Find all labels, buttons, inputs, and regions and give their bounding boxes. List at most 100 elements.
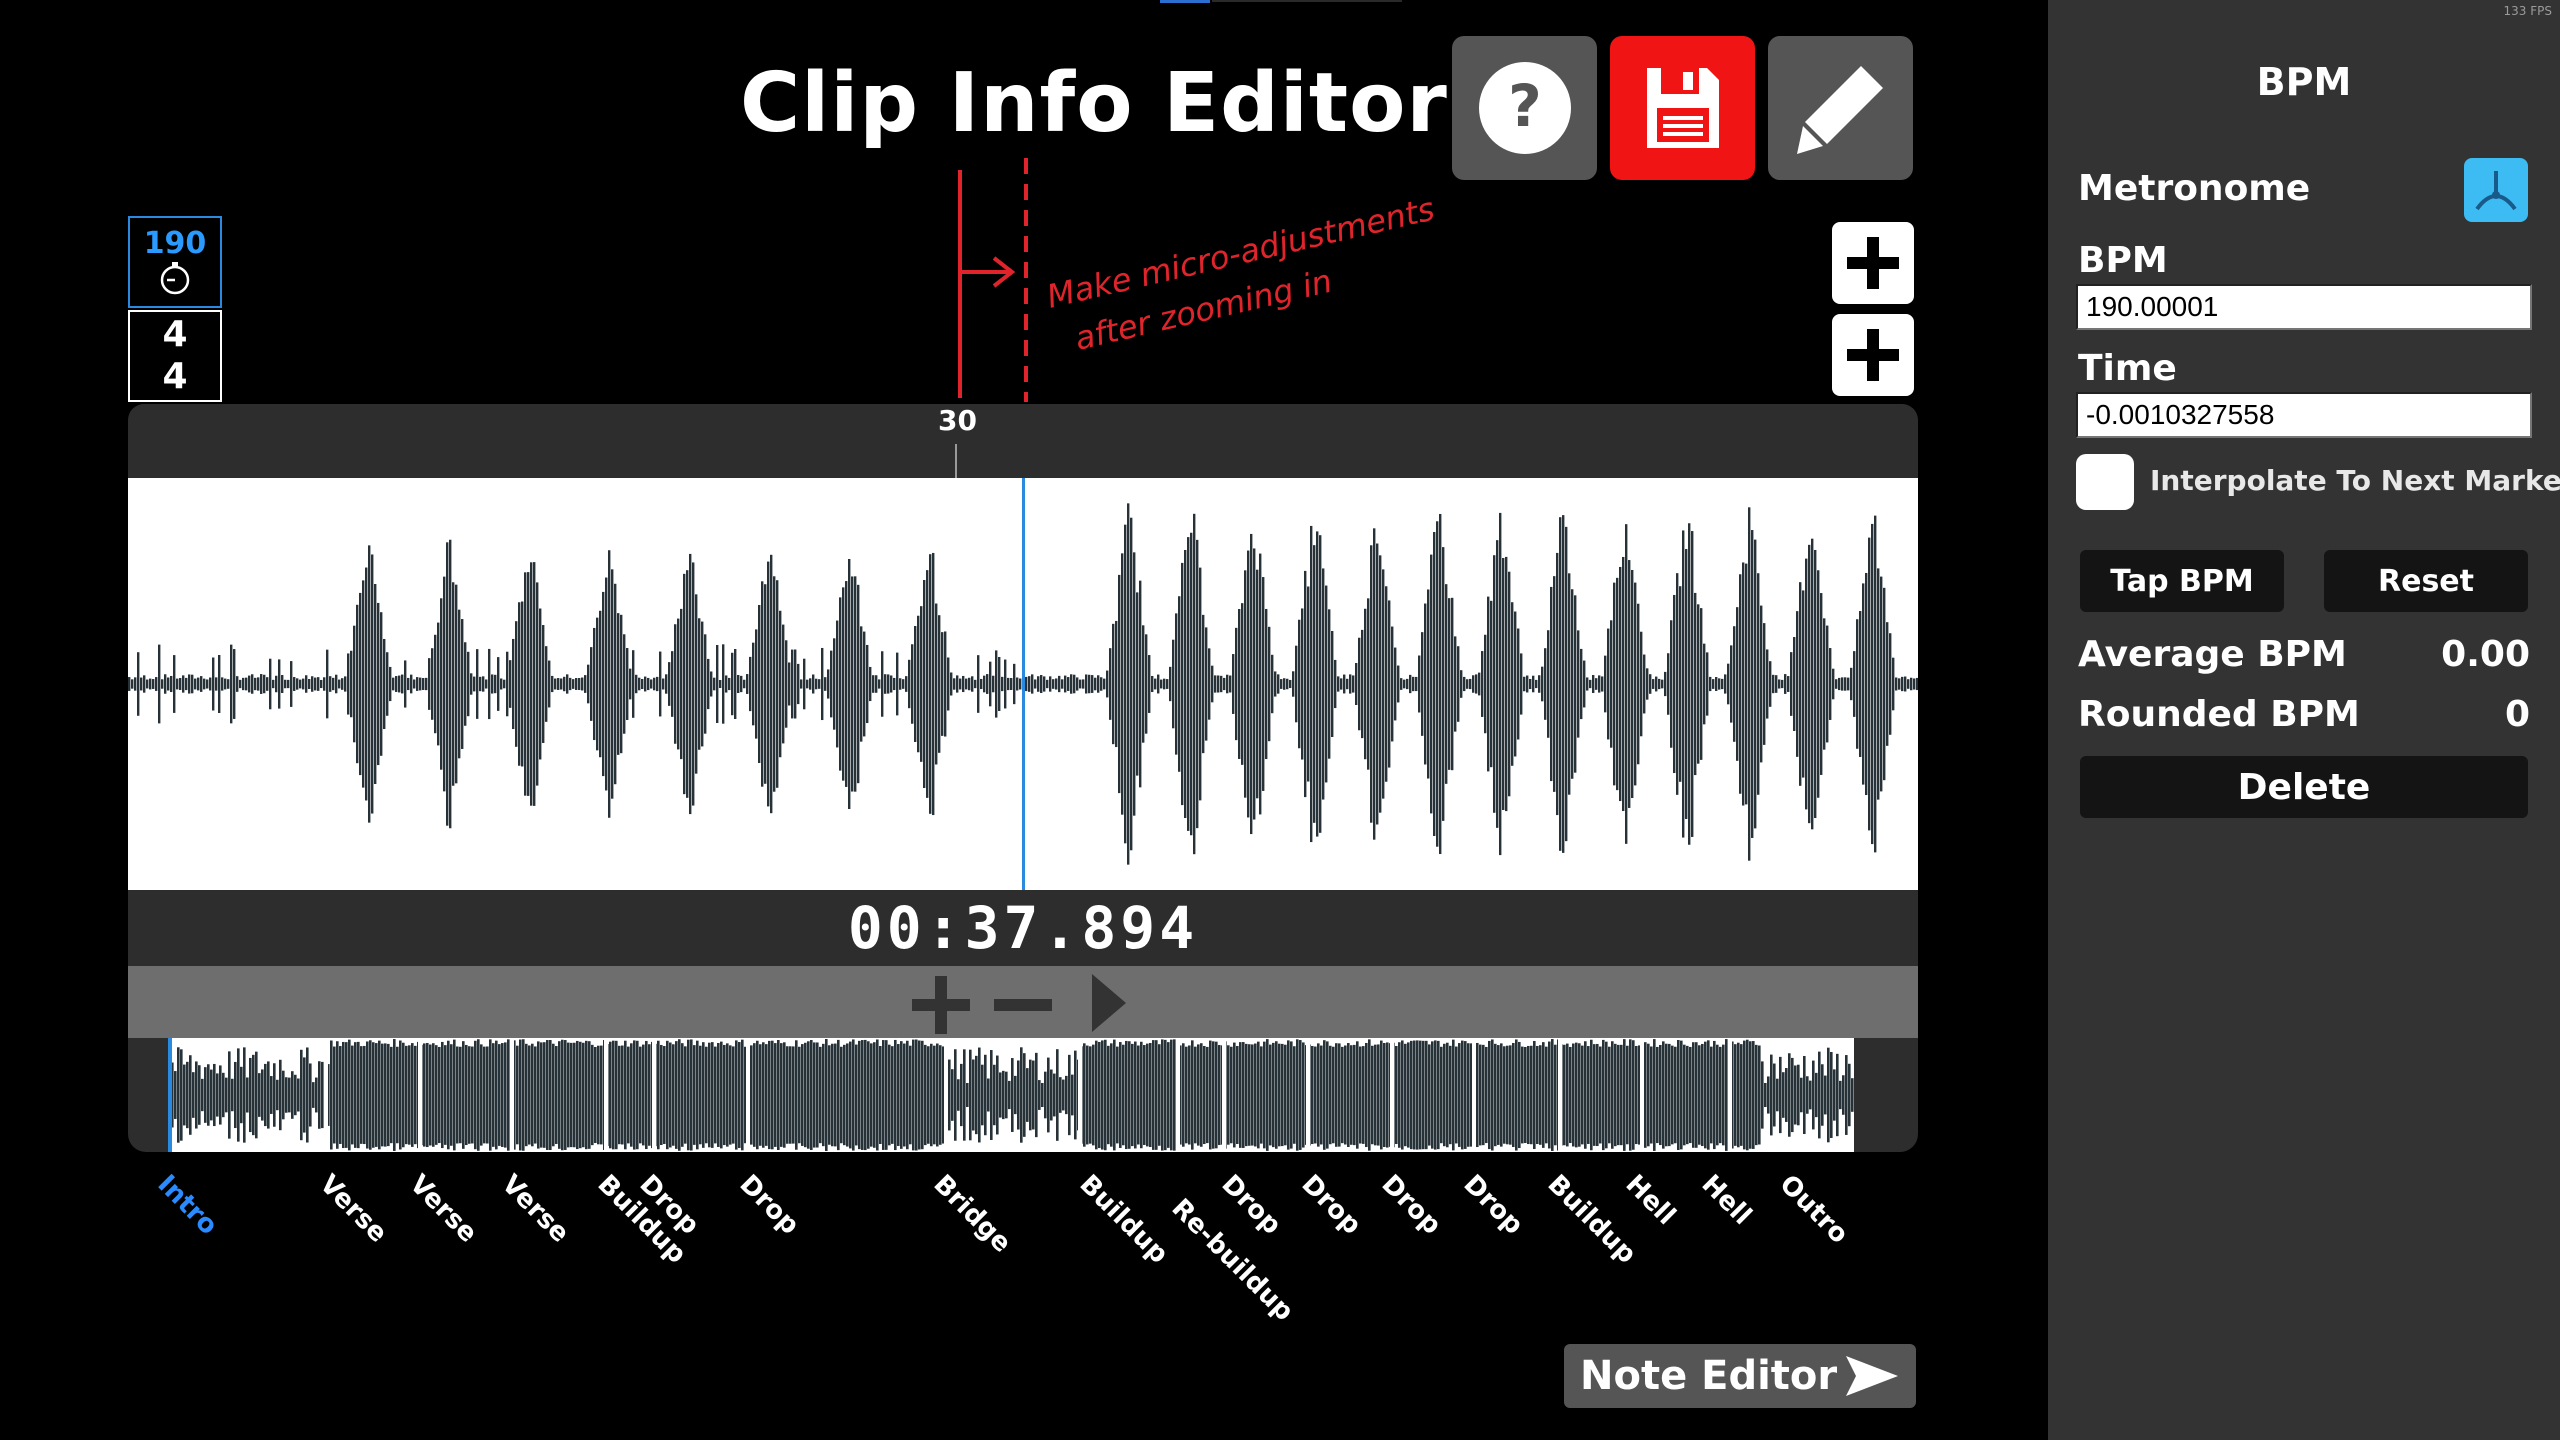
waveform-sample xyxy=(797,663,800,705)
section-marker[interactable] xyxy=(1222,1038,1226,1152)
section-marker[interactable] xyxy=(652,1038,656,1152)
timeline-ruler[interactable] xyxy=(128,404,1918,478)
delete-button[interactable]: Delete xyxy=(2080,756,2528,818)
reset-button[interactable]: Reset xyxy=(2324,550,2528,612)
section-marker[interactable] xyxy=(168,1038,172,1152)
overview-sample xyxy=(777,1040,780,1150)
section-label-intro[interactable]: Intro xyxy=(151,1169,223,1241)
overview-sample xyxy=(1749,1041,1752,1149)
overview-sample xyxy=(1452,1039,1455,1151)
section-marker[interactable] xyxy=(1390,1038,1394,1152)
waveform-sample xyxy=(569,677,572,691)
overview-sample xyxy=(1173,1039,1176,1151)
section-label-drop[interactable]: Drop xyxy=(733,1169,804,1240)
waveform-sample xyxy=(806,679,809,689)
section-label-drop[interactable]: Drop xyxy=(1457,1169,1528,1240)
section-marker[interactable] xyxy=(944,1038,948,1152)
waveform-sample xyxy=(1409,674,1412,694)
overview-sample xyxy=(252,1054,255,1136)
waveform-sample xyxy=(1094,677,1097,691)
section-label-outro[interactable]: Outro xyxy=(1773,1169,1853,1249)
waveform-sample xyxy=(818,679,821,689)
overview-sample xyxy=(939,1045,942,1145)
section-label-drop[interactable]: Drop xyxy=(1295,1169,1366,1240)
playhead-cursor[interactable] xyxy=(1022,478,1025,890)
section-marker[interactable] xyxy=(1306,1038,1310,1152)
section-marker[interactable] xyxy=(1472,1038,1476,1152)
waveform-sample xyxy=(413,679,416,689)
section-label-verse[interactable]: Verse xyxy=(403,1169,482,1248)
overview-sample xyxy=(1407,1042,1410,1148)
section-marker[interactable] xyxy=(746,1038,750,1152)
section-marker[interactable] xyxy=(1728,1038,1732,1152)
section-marker[interactable] xyxy=(1078,1038,1082,1152)
section-marker[interactable] xyxy=(418,1038,422,1152)
waveform-sample xyxy=(212,657,215,711)
add-marker-button[interactable] xyxy=(1832,314,1914,396)
waveform-sample xyxy=(803,658,806,710)
time-signature[interactable]: 4 4 xyxy=(128,310,222,402)
section-marker[interactable] xyxy=(510,1038,514,1152)
edit-button[interactable] xyxy=(1768,36,1913,180)
overview-sample xyxy=(951,1069,954,1121)
section-label-verse[interactable]: Verse xyxy=(495,1169,574,1248)
tap-bpm-button[interactable]: Tap BPM xyxy=(2080,550,2284,612)
zoom-in-icon[interactable] xyxy=(908,972,974,1038)
waveform-sample xyxy=(1154,678,1157,690)
waveform-sample xyxy=(1547,630,1550,738)
waveform-sample xyxy=(1205,627,1208,741)
overview-sample xyxy=(507,1039,510,1151)
overview-sample xyxy=(927,1046,930,1144)
waveform-sample xyxy=(1490,600,1493,768)
zoom-out-icon[interactable] xyxy=(990,972,1056,1038)
overview-sample xyxy=(1188,1045,1191,1145)
section-marker[interactable] xyxy=(1558,1038,1562,1152)
section-marker[interactable] xyxy=(604,1038,608,1152)
overview-sample xyxy=(828,1045,831,1145)
waveform-zoomed[interactable] xyxy=(128,478,1918,890)
section-label-buildup[interactable]: Buildup xyxy=(1073,1169,1173,1269)
waveform-sample xyxy=(1397,665,1400,703)
interpolate-checkbox[interactable] xyxy=(2076,454,2134,510)
section-label-drop[interactable]: Drop xyxy=(1375,1169,1446,1240)
overview-sample xyxy=(1356,1041,1359,1149)
overview-sample xyxy=(684,1046,687,1144)
overview-sample xyxy=(1104,1039,1107,1151)
waveform-sample xyxy=(1877,568,1880,800)
waveform-sample xyxy=(869,666,872,702)
section-label-verse[interactable]: Verse xyxy=(313,1169,392,1248)
overview-sample xyxy=(834,1043,837,1147)
time-field[interactable] xyxy=(2076,392,2532,438)
overview-sample xyxy=(1011,1058,1014,1132)
play-icon[interactable] xyxy=(1086,970,1146,1036)
overview-sample xyxy=(1680,1040,1683,1150)
section-label-drop[interactable]: Drop xyxy=(1215,1169,1286,1240)
save-button[interactable] xyxy=(1610,36,1755,180)
waveform-sample xyxy=(725,675,728,693)
bpm-field[interactable] xyxy=(2076,284,2532,330)
section-label-bridge[interactable]: Bridge xyxy=(927,1169,1016,1258)
note-editor-button[interactable]: Note Editor xyxy=(1564,1344,1916,1408)
waveform-sample xyxy=(1052,679,1055,689)
waveform-sample xyxy=(509,660,512,708)
overview-sample xyxy=(1167,1042,1170,1148)
tempo-indicator[interactable]: 190 xyxy=(128,216,222,308)
overview-sample xyxy=(339,1046,342,1144)
overview-sample xyxy=(594,1046,597,1144)
section-label-hell[interactable]: Hell xyxy=(1695,1169,1757,1231)
metronome-toggle[interactable] xyxy=(2464,158,2528,222)
section-label-hell[interactable]: Hell xyxy=(1619,1169,1681,1231)
page-title: Clip Info Editor xyxy=(740,56,1448,151)
zoom-in-button[interactable] xyxy=(1832,222,1914,304)
overview-sample xyxy=(1668,1043,1671,1147)
waveform-sample xyxy=(1676,573,1679,795)
section-marker[interactable] xyxy=(1640,1038,1644,1152)
overview-sample xyxy=(735,1040,738,1150)
waveform-sample xyxy=(1664,671,1667,697)
overview-sample xyxy=(1773,1063,1776,1127)
section-marker[interactable] xyxy=(324,1038,328,1152)
waveform-sample xyxy=(965,678,968,690)
overview-timeline[interactable] xyxy=(128,1038,1918,1152)
waveform-sample xyxy=(179,678,182,690)
section-marker[interactable] xyxy=(1176,1038,1180,1152)
